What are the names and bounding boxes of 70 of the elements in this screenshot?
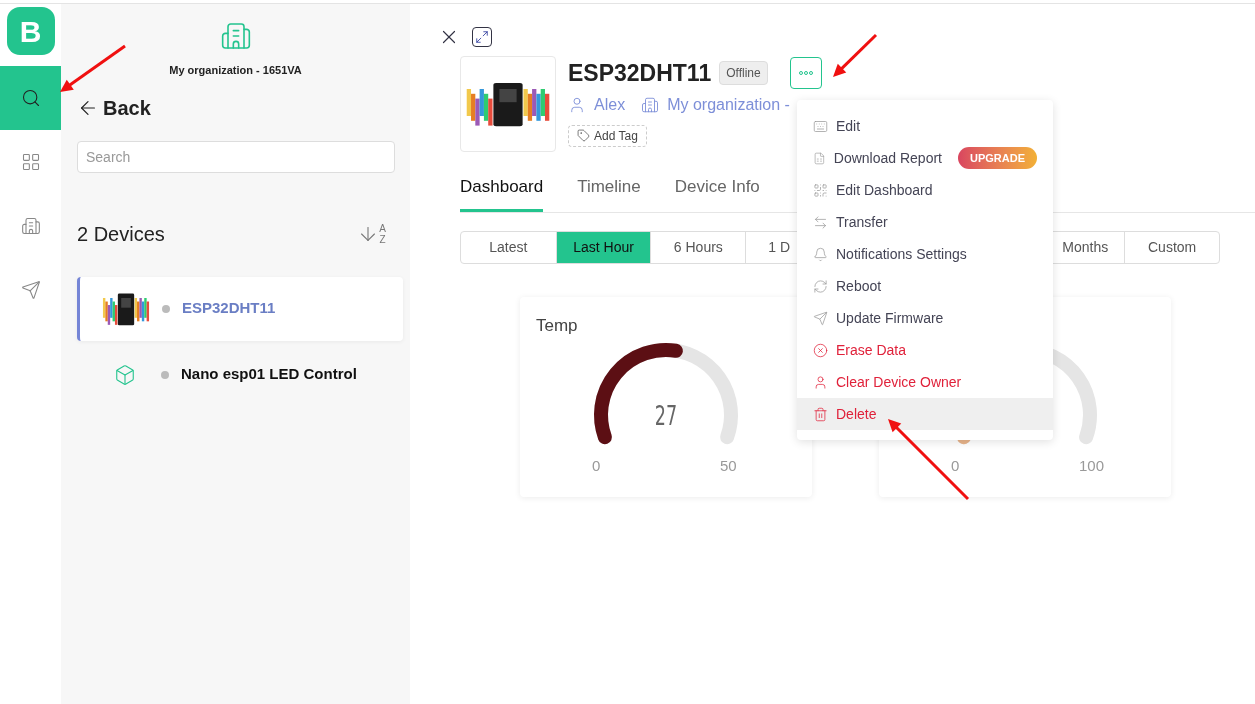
menu-item[interactable]: Erase Data xyxy=(797,334,1053,366)
grid-icon xyxy=(20,152,41,172)
gauge-min: 0 xyxy=(592,455,601,476)
menu-label: Delete xyxy=(836,404,877,424)
add-tag-button[interactable]: Add Tag xyxy=(568,124,647,147)
user-icon xyxy=(813,374,828,390)
device-item[interactable]: Nano esp01 LED Control xyxy=(77,342,403,407)
tab[interactable]: Device Info xyxy=(674,174,760,212)
menu-label: Update Firmware xyxy=(836,308,944,328)
menu-label: Transfer xyxy=(836,212,888,232)
menu-label: Erase Data xyxy=(836,340,907,360)
user-icon xyxy=(568,95,586,114)
device-name: Nano esp01 LED Control xyxy=(181,364,357,385)
back-button[interactable]: Back xyxy=(77,92,151,123)
menu-item[interactable]: Transfer xyxy=(797,206,1053,238)
menu-item[interactable]: Download Report UPGRADE xyxy=(797,142,1053,174)
menu-item[interactable]: Delete xyxy=(797,398,1053,430)
reboot-icon xyxy=(813,278,828,294)
range-segment[interactable]: Last Hour xyxy=(555,231,651,263)
sheet-icon xyxy=(813,150,826,166)
more-icon xyxy=(798,71,813,76)
menu-label: Reboot xyxy=(836,276,882,296)
building-icon xyxy=(20,216,41,236)
transfer-icon xyxy=(813,214,828,230)
menu-item[interactable]: Notifications Settings xyxy=(797,238,1053,270)
device-name: ESP32DHT11 xyxy=(182,298,276,319)
search-icon xyxy=(20,88,41,108)
annotation-arrow xyxy=(833,33,878,77)
organization-name: My organization - 1651VA xyxy=(169,63,302,78)
device-item[interactable]: ESP32DHT11 xyxy=(77,276,403,341)
trash-icon xyxy=(813,406,828,422)
menu-item[interactable]: Clear Device Owner xyxy=(797,366,1053,398)
erase-icon xyxy=(813,342,828,358)
building-icon xyxy=(219,20,252,52)
range-segment[interactable]: Latest xyxy=(461,231,556,263)
menu-label: Clear Device Owner xyxy=(836,372,962,392)
tab[interactable]: Dashboard xyxy=(460,174,544,212)
menu-item[interactable]: Update Firmware xyxy=(797,302,1053,334)
tag-icon xyxy=(577,129,590,142)
device-count: 2 Devices xyxy=(77,221,165,247)
tab[interactable]: Timeline xyxy=(577,174,641,212)
device-title: ESP32DHT11 xyxy=(568,59,712,88)
keyboard-icon xyxy=(813,118,828,134)
annotation-arrow xyxy=(60,44,126,92)
cube-icon xyxy=(114,363,136,386)
send-icon xyxy=(20,280,41,300)
gauge-max: 50 xyxy=(720,455,737,476)
building-icon xyxy=(641,95,660,114)
menu-item[interactable]: Edit Dashboard xyxy=(797,174,1053,206)
bell-icon xyxy=(813,246,828,262)
sort-button[interactable]: A Z xyxy=(357,222,386,245)
status-badge: Offline xyxy=(719,61,768,86)
menu-label: Download Report xyxy=(833,148,942,168)
range-segment[interactable]: 6 Hours xyxy=(650,231,746,263)
range-segment[interactable]: Custom xyxy=(1124,231,1219,263)
menu-item[interactable]: Reboot xyxy=(797,270,1053,302)
menu-item[interactable]: Edit xyxy=(797,110,1053,142)
sort-bottom-letter: Z xyxy=(379,233,386,245)
expand-icon[interactable] xyxy=(472,27,492,47)
sort-top-letter: A xyxy=(379,222,386,234)
dashboard-icon xyxy=(813,182,828,198)
gauge-max: 100 xyxy=(1079,455,1105,476)
more-button[interactable] xyxy=(789,57,822,90)
menu-label: Edit Dashboard xyxy=(836,180,933,200)
search-field[interactable]: Search xyxy=(77,140,395,173)
menu-label: Edit xyxy=(836,116,861,136)
send-icon xyxy=(813,310,828,326)
gauge-value: 27 xyxy=(653,399,679,433)
gauge-title: Temp xyxy=(536,314,579,337)
gauge-min: 0 xyxy=(951,455,960,476)
